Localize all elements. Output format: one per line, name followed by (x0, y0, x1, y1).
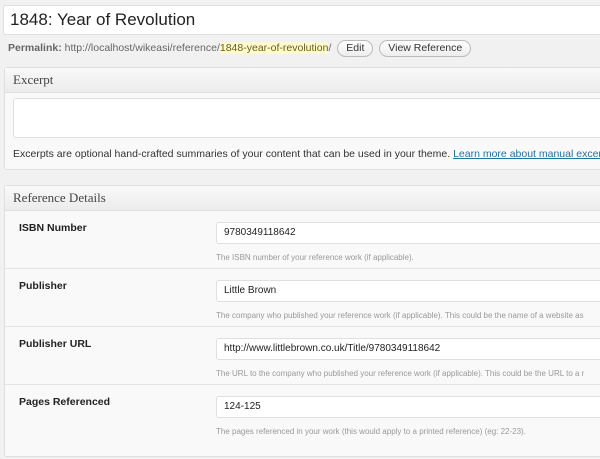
excerpt-panel-title[interactable]: Excerpt (5, 68, 600, 93)
pages-referenced-label: Pages Referenced (19, 396, 111, 408)
isbn-description: The ISBN number of your reference work (… (216, 253, 414, 262)
permalink-label: Permalink: (8, 42, 62, 54)
isbn-row: ISBN Number 9780349118642 The ISBN numbe… (5, 212, 600, 269)
permalink-bar: Permalink: http://localhost/wikeasi/refe… (8, 39, 472, 59)
publisher-row: Publisher Little Brown The company who p… (5, 270, 600, 327)
post-title-input[interactable]: 1848: Year of Revolution (3, 5, 600, 35)
isbn-input[interactable]: 9780349118642 (216, 222, 600, 244)
pages-referenced-description: The pages referenced in your work (this … (216, 427, 526, 436)
publisher-url-input[interactable]: http://www.littlebrown.co.uk/Title/97803… (216, 338, 600, 360)
reference-details-panel: Reference Details ISBN Number 9780349118… (4, 185, 600, 457)
view-reference-button[interactable]: View Reference (379, 39, 472, 57)
publisher-url-row: Publisher URL http://www.littlebrown.co.… (5, 328, 600, 385)
publisher-url-label: Publisher URL (19, 338, 92, 350)
publisher-label: Publisher (19, 280, 67, 292)
excerpt-help: Excerpts are optional hand-crafted summa… (13, 148, 600, 160)
publisher-description: The company who published your reference… (216, 311, 584, 320)
permalink-trail: / (328, 42, 332, 54)
publisher-input[interactable]: Little Brown (216, 280, 600, 302)
publisher-url-description: The URL to the company who published you… (216, 369, 585, 378)
edit-permalink-button[interactable]: Edit (337, 39, 374, 57)
excerpt-help-text: Excerpts are optional hand-crafted summa… (13, 148, 451, 160)
excerpt-textarea[interactable] (13, 98, 600, 138)
excerpt-learn-more-link[interactable]: Learn more about manual excerpts. (453, 148, 600, 160)
reference-details-title[interactable]: Reference Details (5, 186, 600, 211)
pages-referenced-row: Pages Referenced 124-125 The pages refer… (5, 386, 600, 443)
excerpt-panel: Excerpt Excerpts are optional hand-craft… (4, 67, 600, 170)
isbn-label: ISBN Number (19, 222, 87, 234)
permalink-base: http://localhost/wikeasi/reference/ (64, 42, 220, 54)
pages-referenced-input[interactable]: 124-125 (216, 396, 600, 418)
permalink-slug[interactable]: 1848-year-of-revolution (219, 42, 329, 54)
